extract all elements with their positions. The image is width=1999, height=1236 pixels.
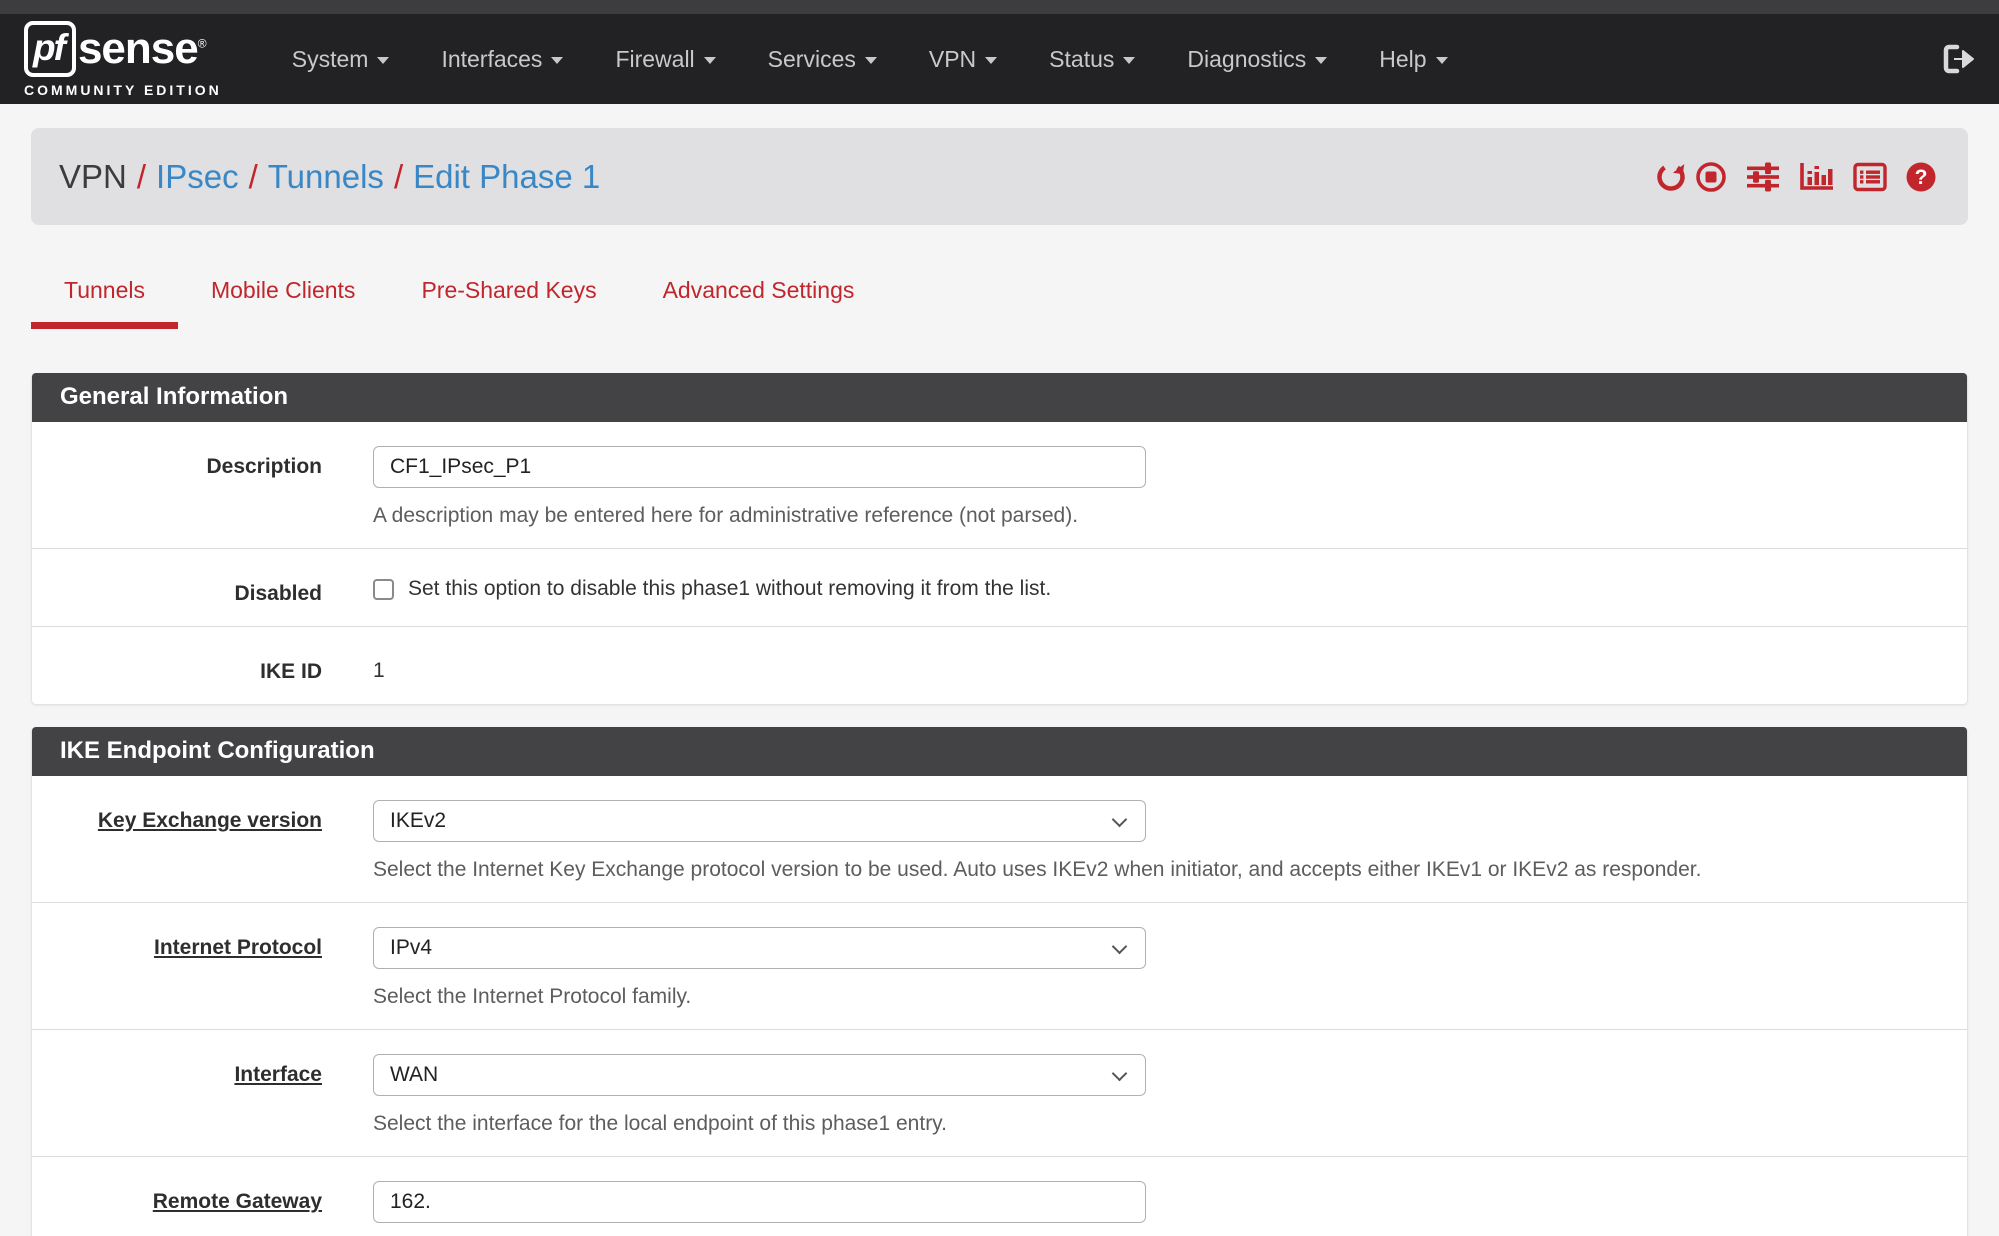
- breadcrumb-root: VPN: [59, 158, 127, 195]
- nav-menu: System Interfaces Firewall Services VPN …: [266, 46, 1941, 73]
- breadcrumb-separator: /: [384, 158, 413, 195]
- general-information-panel: General Information Description A descri…: [31, 373, 1968, 705]
- brand-edition: COMMUNITY EDITION: [24, 82, 222, 98]
- nav-item-help[interactable]: Help: [1353, 46, 1473, 73]
- tab-advanced-settings[interactable]: Advanced Settings: [630, 271, 888, 329]
- internet-protocol-label: Internet Protocol: [32, 927, 322, 1009]
- ike-id-label: IKE ID: [32, 651, 322, 684]
- form-row-description: Description A description may be entered…: [32, 422, 1967, 548]
- form-row-key-exchange-version: Key Exchange version IKEv2 Select the In…: [32, 776, 1967, 902]
- pf-logo-box: pf: [24, 21, 76, 77]
- disabled-checkbox-label: Set this option to disable this phase1 w…: [408, 577, 1051, 601]
- nav-item-vpn[interactable]: VPN: [903, 46, 1023, 73]
- internet-protocol-help: Select the Internet Protocol family.: [373, 985, 1967, 1009]
- breadcrumb-link-ipsec[interactable]: IPsec: [156, 158, 239, 195]
- chevron-down-icon: [1436, 57, 1448, 64]
- ike-endpoint-configuration-panel: IKE Endpoint Configuration Key Exchange …: [31, 727, 1968, 1236]
- nav-item-system[interactable]: System: [266, 46, 416, 73]
- remote-gateway-label: Remote Gateway: [32, 1181, 322, 1236]
- refresh-icon[interactable]: [1654, 160, 1688, 194]
- key-exchange-version-value: IKEv2: [390, 809, 446, 833]
- ike-id-value: 1: [373, 651, 1967, 683]
- chevron-down-icon: [865, 57, 877, 64]
- chevron-down-icon: [704, 57, 716, 64]
- breadcrumb-bar: VPN/IPsec/Tunnels/Edit Phase 1: [31, 128, 1968, 225]
- sliders-icon[interactable]: [1744, 160, 1782, 194]
- chevron-down-icon: [1112, 812, 1128, 828]
- tab-tunnels[interactable]: Tunnels: [31, 271, 178, 329]
- key-exchange-version-help: Select the Internet Key Exchange protoco…: [373, 858, 1967, 882]
- registered-mark: ®: [198, 36, 206, 50]
- svg-text:?: ?: [1915, 166, 1928, 189]
- interface-label: Interface: [32, 1054, 322, 1136]
- chevron-down-icon: [551, 57, 563, 64]
- tab-bar: Tunnels Mobile Clients Pre-Shared Keys A…: [31, 271, 1968, 329]
- nav-item-interfaces[interactable]: Interfaces: [415, 46, 589, 73]
- internet-protocol-value: IPv4: [390, 936, 432, 960]
- sign-out-icon[interactable]: [1941, 43, 1975, 75]
- remote-gateway-input[interactable]: [373, 1181, 1146, 1223]
- form-row-remote-gateway: Remote Gateway Enter the public IP addre…: [32, 1156, 1967, 1236]
- key-exchange-version-label: Key Exchange version: [32, 800, 322, 882]
- panel-title-ike-endpoint-configuration: IKE Endpoint Configuration: [32, 727, 1967, 776]
- internet-protocol-select[interactable]: IPv4: [373, 927, 1146, 969]
- interface-select[interactable]: WAN: [373, 1054, 1146, 1096]
- main-navbar: pf sense® COMMUNITY EDITION System Inter…: [0, 14, 1999, 104]
- form-row-interface: Interface WAN Select the interface for t…: [32, 1029, 1967, 1156]
- disabled-label: Disabled: [32, 573, 322, 606]
- help-circle-icon[interactable]: ?: [1904, 160, 1938, 194]
- description-help: A description may be entered here for ad…: [373, 504, 1967, 528]
- breadcrumb-link-tunnels[interactable]: Tunnels: [268, 158, 384, 195]
- breadcrumb-link-edit-phase-1[interactable]: Edit Phase 1: [413, 158, 600, 195]
- panel-title-general-information: General Information: [32, 373, 1967, 422]
- nav-item-services[interactable]: Services: [742, 46, 903, 73]
- key-exchange-version-select[interactable]: IKEv2: [373, 800, 1146, 842]
- chevron-down-icon: [377, 57, 389, 64]
- nav-item-status[interactable]: Status: [1023, 46, 1161, 73]
- list-icon[interactable]: [1852, 160, 1888, 194]
- description-input[interactable]: [373, 446, 1146, 488]
- breadcrumb-separator: /: [239, 158, 268, 195]
- tab-mobile-clients[interactable]: Mobile Clients: [178, 271, 388, 329]
- chevron-down-icon: [1112, 939, 1128, 955]
- form-row-ike-id: IKE ID 1: [32, 626, 1967, 704]
- tab-pre-shared-keys[interactable]: Pre-Shared Keys: [388, 271, 629, 329]
- window-top-strip: [0, 0, 1999, 14]
- chevron-down-icon: [1123, 57, 1135, 64]
- form-row-disabled: Disabled Set this option to disable this…: [32, 548, 1967, 626]
- chevron-down-icon: [1315, 57, 1327, 64]
- interface-value: WAN: [390, 1063, 438, 1087]
- breadcrumb-actions: ?: [1638, 160, 1938, 194]
- chevron-down-icon: [1112, 1066, 1128, 1082]
- breadcrumb: VPN/IPsec/Tunnels/Edit Phase 1: [59, 158, 600, 196]
- nav-item-diagnostics[interactable]: Diagnostics: [1161, 46, 1353, 73]
- bar-chart-icon[interactable]: [1798, 160, 1836, 194]
- brand-name: sense®: [78, 27, 206, 71]
- pfsense-logo[interactable]: pf sense® COMMUNITY EDITION: [24, 21, 222, 98]
- form-row-internet-protocol: Internet Protocol IPv4 Select the Intern…: [32, 902, 1967, 1029]
- stop-icon[interactable]: [1694, 160, 1728, 194]
- chevron-down-icon: [985, 57, 997, 64]
- description-label: Description: [32, 446, 322, 528]
- interface-help: Select the interface for the local endpo…: [373, 1112, 1967, 1136]
- disabled-checkbox[interactable]: [373, 579, 394, 600]
- breadcrumb-separator: /: [127, 158, 156, 195]
- nav-item-firewall[interactable]: Firewall: [589, 46, 741, 73]
